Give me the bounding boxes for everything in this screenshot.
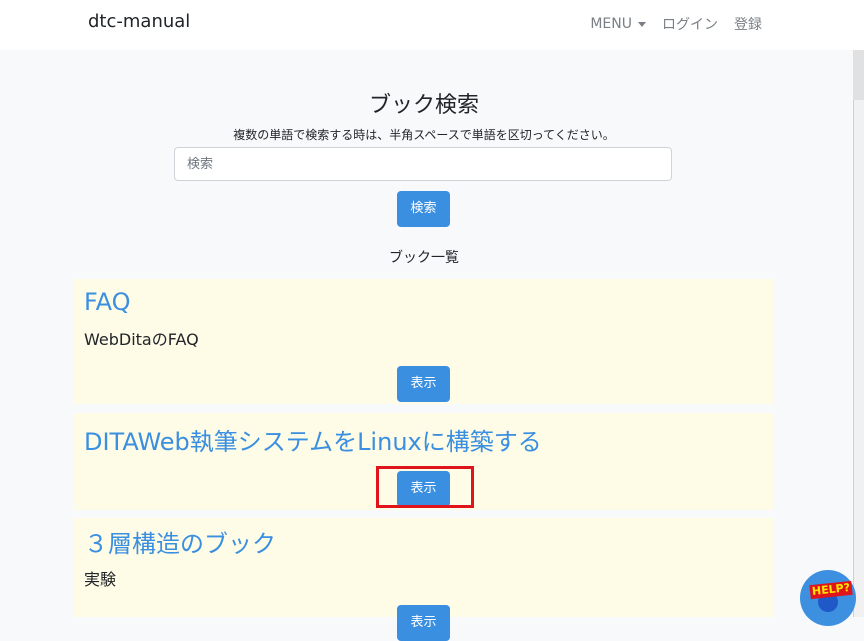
book-title[interactable]: ３層構造のブック	[84, 524, 276, 559]
book-title[interactable]: FAQ	[84, 288, 131, 316]
show-book-button[interactable]: 表示	[397, 605, 450, 641]
login-link[interactable]: ログイン	[654, 14, 726, 34]
scrollbar-track-edge	[853, 50, 854, 617]
show-book-button[interactable]: 表示	[397, 366, 450, 402]
search-hint: 複数の単語で検索する時は、半角スペースで単語を区切ってください。	[233, 128, 615, 142]
search-input[interactable]	[174, 147, 672, 181]
register-link[interactable]: 登録	[726, 14, 770, 34]
brand-link[interactable]: dtc-manual	[88, 11, 190, 32]
navbar-right: MENU ログイン 登録	[582, 14, 770, 34]
chevron-down-icon	[638, 21, 646, 27]
navbar: dtc-manual MENU ログイン 登録	[0, 0, 864, 50]
menu-dropdown[interactable]: MENU	[582, 14, 654, 34]
book-card-three-layer: ３層構造のブック 実験 表示	[74, 518, 773, 641]
scrollbar[interactable]	[853, 50, 864, 617]
book-description: WebDitaのFAQ	[84, 330, 199, 349]
search-button[interactable]: 検索	[397, 191, 450, 227]
search-title: ブック検索	[368, 93, 479, 118]
book-list-title: ブック一覧	[389, 250, 459, 266]
menu-label: MENU	[590, 16, 632, 32]
book-description: 実験	[84, 570, 117, 589]
book-card-faq: FAQ WebDitaのFAQ 表示	[74, 279, 773, 404]
book-title[interactable]: DITAWeb執筆システムをLinuxに構築する	[84, 422, 542, 457]
highlight-box	[376, 466, 474, 508]
scrollbar-thumb[interactable]	[853, 50, 864, 100]
